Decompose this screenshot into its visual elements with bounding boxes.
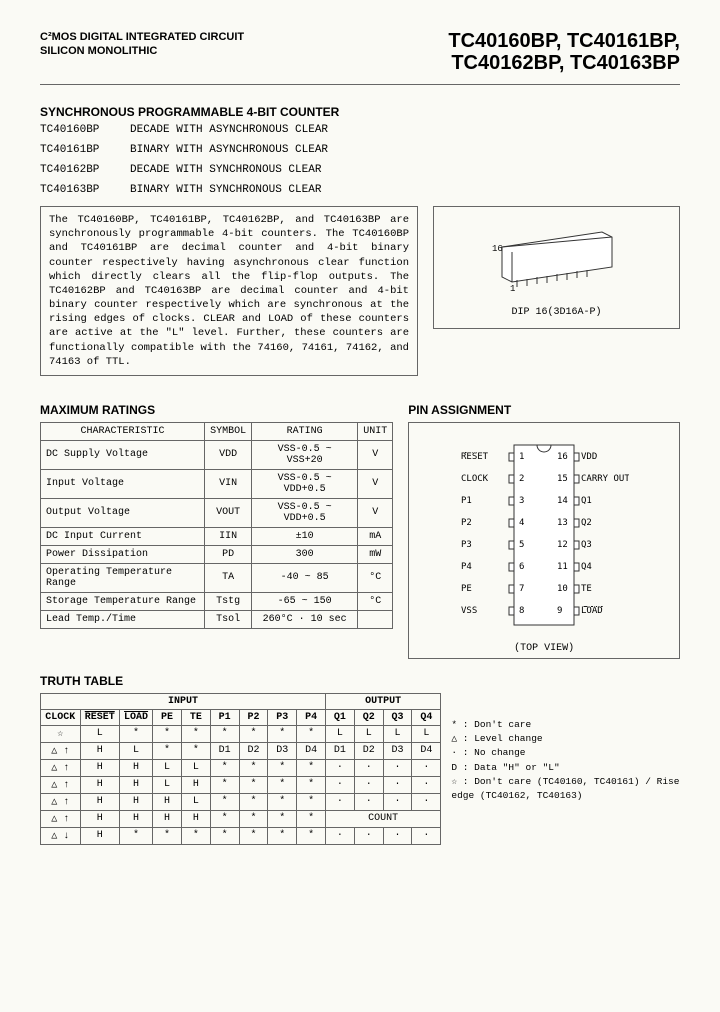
svg-text:10: 10 xyxy=(557,584,568,594)
svg-text:5: 5 xyxy=(519,540,524,550)
svg-text:Q4: Q4 xyxy=(581,562,592,572)
description-row: The TC40160BP, TC40161BP, TC40162BP, and… xyxy=(40,206,680,376)
svg-text:P2: P2 xyxy=(461,518,472,528)
ratings-row: DC Input CurrentIIN±10mA xyxy=(41,527,393,545)
variant-list: TC40160BPDECADE WITH ASYNCHRONOUS CLEAR … xyxy=(40,124,680,196)
pinout-icon: 1 RESET 16 VDD 2 CLOCK 15 CARRY OUT 3 P1 14 Q1 4 P2 13… xyxy=(459,435,629,635)
truth-row: ☆L*******LLLL xyxy=(41,725,441,742)
svg-text:P1: P1 xyxy=(461,496,472,506)
header-partnumbers: TC40160BP, TC40161BP, TC40162BP, TC40163… xyxy=(448,30,680,74)
legend-row: ☆ : Don't care (TC40160, TC40161) / Rise… xyxy=(451,775,680,804)
variant-row: TC40162BPDECADE WITH SYNCHRONOUS CLEAR xyxy=(40,164,680,176)
ratings-row: Output VoltageVOUTVSS-0.5 ~ VDD+0.5V xyxy=(41,498,393,527)
svg-text:Q2: Q2 xyxy=(581,518,592,528)
partnumbers-line1: TC40160BP, TC40161BP, xyxy=(448,30,680,52)
svg-text:LOAD: LOAD xyxy=(581,606,603,616)
variant-row: TC40160BPDECADE WITH ASYNCHRONOUS CLEAR xyxy=(40,124,680,136)
ratings-title: MAXIMUM RATINGS xyxy=(40,403,393,417)
ratings-row: Power DissipationPD300mW xyxy=(41,545,393,563)
ratings-table: CHARACTERISTIC SYMBOL RATING UNIT DC Sup… xyxy=(40,422,393,629)
pin-diagram: 1 RESET 16 VDD 2 CLOCK 15 CARRY OUT 3 P1 14 Q1 4 P2 13… xyxy=(408,422,680,659)
svg-text:PE: PE xyxy=(461,584,472,594)
truth-legend: * : Don't care △ : Level change · : No c… xyxy=(451,693,680,804)
svg-text:9: 9 xyxy=(557,606,562,616)
ratings-row: Storage Temperature RangeTstg-65 ~ 150°C xyxy=(41,592,393,610)
svg-text:VDD: VDD xyxy=(581,452,597,462)
svg-text:7: 7 xyxy=(519,584,524,594)
main-title: SYNCHRONOUS PROGRAMMABLE 4-BIT COUNTER xyxy=(40,105,680,119)
th-symbol: SYMBOL xyxy=(205,422,252,440)
truth-row: △ ↑HHHL****···· xyxy=(41,793,441,810)
ratings-row: Lead Temp./TimeTsol260°C · 10 sec xyxy=(41,610,393,628)
svg-text:VSS: VSS xyxy=(461,606,477,616)
svg-text:11: 11 xyxy=(557,562,568,572)
variant-row: TC40161BPBINARY WITH ASYNCHRONOUS CLEAR xyxy=(40,144,680,156)
page-header: C²MOS DIGITAL INTEGRATED CIRCUIT SILICON… xyxy=(40,30,680,85)
svg-text:P3: P3 xyxy=(461,540,472,550)
variant-row: TC40163BPBINARY WITH SYNCHRONOUS CLEAR xyxy=(40,184,680,196)
truth-row: △ ↑HHHH****COUNT xyxy=(41,810,441,827)
svg-text:3: 3 xyxy=(519,496,524,506)
ratings-column: MAXIMUM RATINGS CHARACTERISTIC SYMBOL RA… xyxy=(40,388,393,659)
legend-row: * : Don't care xyxy=(451,718,680,732)
th-unit: UNIT xyxy=(358,422,393,440)
svg-text:16: 16 xyxy=(557,452,568,462)
svg-text:CLOCK: CLOCK xyxy=(461,474,489,484)
svg-text:12: 12 xyxy=(557,540,568,550)
truth-row: △ ↑HHLL****···· xyxy=(41,759,441,776)
th-output: OUTPUT xyxy=(325,693,440,709)
legend-row: D : Data "H" or "L" xyxy=(451,761,680,775)
truth-table: INPUT OUTPUT CLOCKRESETLOADPETEP1P2P3P4Q… xyxy=(40,693,441,845)
th-rating: RATING xyxy=(252,422,358,440)
truth-row: △ ↑HL**D1D2D3D4D1D2D3D4 xyxy=(41,742,441,759)
header-subtitle: C²MOS DIGITAL INTEGRATED CIRCUIT SILICON… xyxy=(40,30,244,59)
th-characteristic: CHARACTERISTIC xyxy=(41,422,205,440)
ratings-row: Input VoltageVINVSS-0.5 ~ VDD+0.5V xyxy=(41,469,393,498)
svg-text:CARRY OUT: CARRY OUT xyxy=(581,474,629,484)
truth-row: INPUT OUTPUT CLOCKRESETLOADPETEP1P2P3P4Q… xyxy=(40,693,680,845)
truth-row: △ ↓H*******···· xyxy=(41,827,441,844)
ratings-and-pins: MAXIMUM RATINGS CHARACTERISTIC SYMBOL RA… xyxy=(40,388,680,659)
package-figure: 16 1 DIP 16(3D16A-P) xyxy=(433,206,680,329)
svg-text:8: 8 xyxy=(519,606,524,616)
svg-text:4: 4 xyxy=(519,518,524,528)
svg-text:6: 6 xyxy=(519,562,524,572)
description-text: The TC40160BP, TC40161BP, TC40162BP, and… xyxy=(40,206,418,376)
legend-row: △ : Level change xyxy=(451,732,680,746)
package-label: DIP 16(3D16A-P) xyxy=(444,307,669,318)
svg-text:Q3: Q3 xyxy=(581,540,592,550)
ratings-row: DC Supply VoltageVDDVSS-0.5 ~ VSS+20V xyxy=(41,440,393,469)
svg-text:TE: TE xyxy=(581,584,592,594)
truth-title: TRUTH TABLE xyxy=(40,674,680,688)
dip-package-icon: 16 1 xyxy=(482,217,632,297)
svg-text:RESET: RESET xyxy=(461,452,489,462)
legend-row: · : No change xyxy=(451,746,680,760)
subtitle-line2: SILICON MONOLITHIC xyxy=(40,44,244,58)
pins-title: PIN ASSIGNMENT xyxy=(408,403,680,417)
svg-text:15: 15 xyxy=(557,474,568,484)
svg-text:P4: P4 xyxy=(461,562,472,572)
svg-text:13: 13 xyxy=(557,518,568,528)
pins-caption: (TOP VIEW) xyxy=(417,643,671,654)
pin16-label: 16 xyxy=(492,244,503,254)
subtitle-line1: C²MOS DIGITAL INTEGRATED CIRCUIT xyxy=(40,30,244,44)
svg-text:14: 14 xyxy=(557,496,568,506)
svg-text:2: 2 xyxy=(519,474,524,484)
ratings-row: Operating Temperature RangeTA-40 ~ 85°C xyxy=(41,563,393,592)
svg-text:Q1: Q1 xyxy=(581,496,592,506)
truth-row: △ ↑HHLH****···· xyxy=(41,776,441,793)
pin1-label: 1 xyxy=(510,284,515,294)
pins-column: PIN ASSIGNMENT 1 RESET 16 VDD 2 CLOCK 15 CARRY … xyxy=(408,388,680,659)
th-input: INPUT xyxy=(41,693,326,709)
partnumbers-line2: TC40162BP, TC40163BP xyxy=(448,52,680,74)
svg-text:1: 1 xyxy=(519,452,524,462)
datasheet-page: C²MOS DIGITAL INTEGRATED CIRCUIT SILICON… xyxy=(0,0,720,1012)
